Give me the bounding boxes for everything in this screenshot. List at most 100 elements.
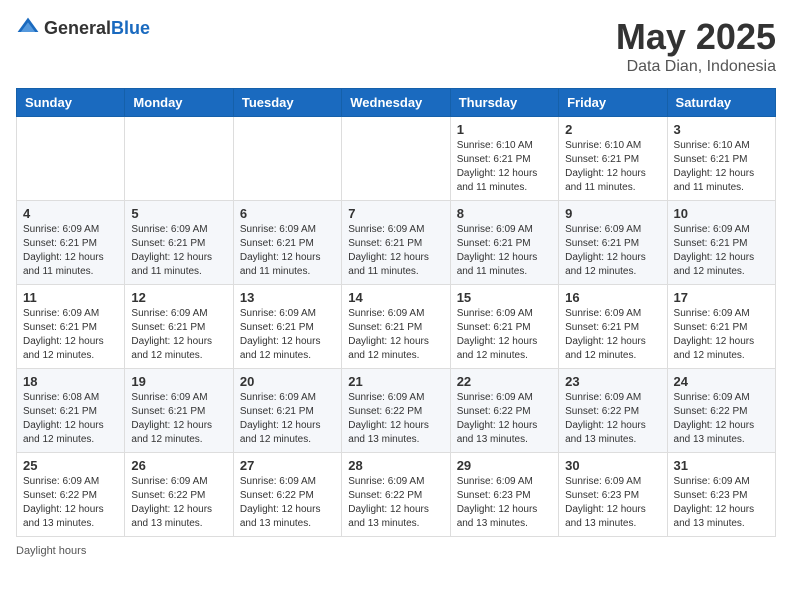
calendar-day-header: Thursday <box>450 89 558 117</box>
calendar-cell: 21Sunrise: 6:09 AM Sunset: 6:22 PM Dayli… <box>342 369 450 453</box>
calendar-cell: 3 Sunrise: 6:10 AM Sunset: 6:21 PM Daylig… <box>667 117 775 201</box>
day-info: Sunrise: 6:09 AM Sunset: 6:21 PM Dayligh… <box>348 223 443 279</box>
calendar-cell: 2 Sunrise: 6:10 AM Sunset: 6:21 PM Daylig… <box>559 117 667 201</box>
calendar-cell: 17 Sunrise: 6:09 AM Sunset: 6:21 PM Dayli… <box>667 285 775 369</box>
calendar-cell: 15Sunrise: 6:09 AM Sunset: 6:21 PM Dayli… <box>450 285 558 369</box>
calendar-cell: 5 Sunrise: 6:09 AM Sunset: 6:21 PM Daylig… <box>125 201 233 285</box>
day-number: 21 <box>348 374 443 389</box>
calendar-cell: 18Sunrise: 6:08 AM Sunset: 6:21 PM Dayli… <box>17 369 125 453</box>
day-number: 24 <box>674 374 769 389</box>
calendar-day-header: Monday <box>125 89 233 117</box>
day-info: Sunrise: 6:09 AM Sunset: 6:21 PM Dayligh… <box>131 391 226 447</box>
calendar-cell: 20 Sunrise: 6:09 AM Sunset: 6:21 PM Dayli… <box>233 369 341 453</box>
calendar-cell: 22 Sunrise: 6:09 AM Sunset: 6:22 PM Dayli… <box>450 369 558 453</box>
day-number: 23 <box>565 374 660 389</box>
day-number: 5 <box>131 206 226 221</box>
day-number: 7 <box>348 206 443 221</box>
calendar-day-header: Tuesday <box>233 89 341 117</box>
generalblue-logo-icon <box>16 16 40 40</box>
location-subtitle: Data Dian, Indonesia <box>616 58 776 76</box>
calendar-cell: 7 Sunrise: 6:09 AM Sunset: 6:21 PM Daylig… <box>342 201 450 285</box>
month-year-title: May 2025 <box>616 16 776 58</box>
day-info: Sunrise: 6:09 AM Sunset: 6:21 PM Dayligh… <box>240 307 335 363</box>
day-number: 29 <box>457 458 552 473</box>
calendar-cell <box>125 117 233 201</box>
daylight-hours-label: Daylight hours <box>16 545 86 557</box>
calendar-cell: 8Sunrise: 6:09 AM Sunset: 6:21 PM Daylig… <box>450 201 558 285</box>
calendar-week-row: 25 Sunrise: 6:09 AM Sunset: 6:22 PM Dayli… <box>17 453 776 537</box>
day-info: Sunrise: 6:09 AM Sunset: 6:21 PM Dayligh… <box>23 307 118 363</box>
day-info: Sunrise: 6:09 AM Sunset: 6:21 PM Dayligh… <box>674 307 769 363</box>
day-number: 16 <box>565 290 660 305</box>
calendar-header-row: SundayMondayTuesdayWednesdayThursdayFrid… <box>17 89 776 117</box>
calendar-cell: 23Sunrise: 6:09 AM Sunset: 6:22 PM Dayli… <box>559 369 667 453</box>
day-info: Sunrise: 6:09 AM Sunset: 6:21 PM Dayligh… <box>131 307 226 363</box>
day-number: 28 <box>348 458 443 473</box>
day-info: Sunrise: 6:10 AM Sunset: 6:21 PM Dayligh… <box>565 139 660 195</box>
day-info: Sunrise: 6:09 AM Sunset: 6:21 PM Dayligh… <box>348 307 443 363</box>
day-number: 17 <box>674 290 769 305</box>
day-info: Sunrise: 6:10 AM Sunset: 6:21 PM Dayligh… <box>674 139 769 195</box>
calendar-week-row: 11 Sunrise: 6:09 AM Sunset: 6:21 PM Dayli… <box>17 285 776 369</box>
day-info: Sunrise: 6:09 AM Sunset: 6:21 PM Dayligh… <box>23 223 118 279</box>
day-number: 12 <box>131 290 226 305</box>
calendar-week-row: 1 Sunrise: 6:10 AM Sunset: 6:21 PM Daylig… <box>17 117 776 201</box>
calendar-week-row: 4 Sunrise: 6:09 AM Sunset: 6:21 PM Daylig… <box>17 201 776 285</box>
logo-blue: Blue <box>111 18 150 38</box>
day-info: Sunrise: 6:09 AM Sunset: 6:22 PM Dayligh… <box>240 475 335 531</box>
footer: Daylight hours <box>16 545 776 557</box>
day-info: Sunrise: 6:09 AM Sunset: 6:23 PM Dayligh… <box>674 475 769 531</box>
day-info: Sunrise: 6:09 AM Sunset: 6:23 PM Dayligh… <box>457 475 552 531</box>
day-number: 14 <box>348 290 443 305</box>
calendar-cell: 9Sunrise: 6:09 AM Sunset: 6:21 PM Daylig… <box>559 201 667 285</box>
day-number: 8 <box>457 206 552 221</box>
calendar-table: SundayMondayTuesdayWednesdayThursdayFrid… <box>16 88 776 537</box>
calendar-week-row: 18Sunrise: 6:08 AM Sunset: 6:21 PM Dayli… <box>17 369 776 453</box>
day-info: Sunrise: 6:09 AM Sunset: 6:22 PM Dayligh… <box>457 391 552 447</box>
title-section: May 2025 Data Dian, Indonesia <box>616 16 776 76</box>
calendar-cell: 4 Sunrise: 6:09 AM Sunset: 6:21 PM Daylig… <box>17 201 125 285</box>
day-number: 10 <box>674 206 769 221</box>
day-number: 4 <box>23 206 118 221</box>
calendar-cell <box>233 117 341 201</box>
day-info: Sunrise: 6:09 AM Sunset: 6:21 PM Dayligh… <box>131 223 226 279</box>
calendar-cell: 29 Sunrise: 6:09 AM Sunset: 6:23 PM Dayli… <box>450 453 558 537</box>
calendar-cell: 24Sunrise: 6:09 AM Sunset: 6:22 PM Dayli… <box>667 369 775 453</box>
day-info: Sunrise: 6:09 AM Sunset: 6:23 PM Dayligh… <box>565 475 660 531</box>
day-info: Sunrise: 6:09 AM Sunset: 6:21 PM Dayligh… <box>240 223 335 279</box>
day-number: 3 <box>674 122 769 137</box>
day-info: Sunrise: 6:09 AM Sunset: 6:22 PM Dayligh… <box>131 475 226 531</box>
calendar-cell: 14 Sunrise: 6:09 AM Sunset: 6:21 PM Dayli… <box>342 285 450 369</box>
day-number: 2 <box>565 122 660 137</box>
calendar-cell: 10 Sunrise: 6:09 AM Sunset: 6:21 PM Dayli… <box>667 201 775 285</box>
day-number: 6 <box>240 206 335 221</box>
day-number: 20 <box>240 374 335 389</box>
day-number: 15 <box>457 290 552 305</box>
day-info: Sunrise: 6:09 AM Sunset: 6:21 PM Dayligh… <box>674 223 769 279</box>
calendar-cell: 31 Sunrise: 6:09 AM Sunset: 6:23 PM Dayli… <box>667 453 775 537</box>
calendar-cell: 27Sunrise: 6:09 AM Sunset: 6:22 PM Dayli… <box>233 453 341 537</box>
day-number: 11 <box>23 290 118 305</box>
calendar-day-header: Saturday <box>667 89 775 117</box>
calendar-day-header: Sunday <box>17 89 125 117</box>
day-info: Sunrise: 6:09 AM Sunset: 6:21 PM Dayligh… <box>565 223 660 279</box>
day-info: Sunrise: 6:09 AM Sunset: 6:22 PM Dayligh… <box>23 475 118 531</box>
day-number: 31 <box>674 458 769 473</box>
day-number: 22 <box>457 374 552 389</box>
day-number: 19 <box>131 374 226 389</box>
calendar-day-header: Wednesday <box>342 89 450 117</box>
calendar-cell: 19 Sunrise: 6:09 AM Sunset: 6:21 PM Dayli… <box>125 369 233 453</box>
calendar-cell: 13 Sunrise: 6:09 AM Sunset: 6:21 PM Dayli… <box>233 285 341 369</box>
calendar-cell: 30Sunrise: 6:09 AM Sunset: 6:23 PM Dayli… <box>559 453 667 537</box>
calendar-cell: 16 Sunrise: 6:09 AM Sunset: 6:21 PM Dayli… <box>559 285 667 369</box>
calendar-cell: 26Sunrise: 6:09 AM Sunset: 6:22 PM Dayli… <box>125 453 233 537</box>
day-info: Sunrise: 6:09 AM Sunset: 6:21 PM Dayligh… <box>240 391 335 447</box>
calendar-cell <box>17 117 125 201</box>
calendar-cell: 25 Sunrise: 6:09 AM Sunset: 6:22 PM Dayli… <box>17 453 125 537</box>
day-number: 1 <box>457 122 552 137</box>
day-info: Sunrise: 6:09 AM Sunset: 6:21 PM Dayligh… <box>565 307 660 363</box>
calendar-cell: 11 Sunrise: 6:09 AM Sunset: 6:21 PM Dayli… <box>17 285 125 369</box>
day-number: 13 <box>240 290 335 305</box>
day-number: 25 <box>23 458 118 473</box>
calendar-cell: 6 Sunrise: 6:09 AM Sunset: 6:21 PM Daylig… <box>233 201 341 285</box>
